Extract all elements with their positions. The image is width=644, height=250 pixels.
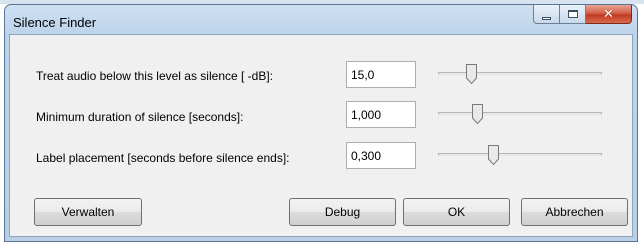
dialog-client-area: Treat audio below this level as silence … [9, 34, 633, 237]
minimize-button[interactable] [533, 5, 560, 24]
label-placement-input[interactable] [346, 142, 416, 169]
background-strip-bottom [0, 242, 644, 250]
minimize-icon [542, 16, 551, 20]
debug-button[interactable]: Debug [289, 198, 396, 226]
window-title: Silence Finder [13, 15, 97, 30]
caption-buttons: ✕ [533, 5, 632, 25]
slider-thumb[interactable] [488, 145, 499, 165]
min-duration-input[interactable] [346, 101, 416, 128]
ok-button[interactable]: OK [403, 198, 510, 226]
slider-track [438, 153, 602, 156]
dialog-window: Silence Finder ✕ Treat audio below this … [4, 4, 638, 242]
slider-track [438, 72, 602, 75]
silence-level-slider[interactable] [438, 62, 602, 86]
silence-level-label: Treat audio below this level as silence … [36, 69, 274, 83]
slider-thumb[interactable] [472, 104, 483, 124]
slider-track [438, 112, 602, 115]
close-icon: ✕ [603, 6, 614, 22]
maximize-button[interactable] [560, 5, 586, 24]
cancel-button[interactable]: Abbrechen [521, 198, 628, 226]
maximize-icon [567, 10, 578, 18]
min-duration-label: Minimum duration of silence [seconds]: [36, 110, 244, 124]
close-button[interactable]: ✕ [586, 5, 632, 24]
silence-level-input[interactable] [346, 61, 416, 88]
label-placement-label: Label placement [seconds before silence … [36, 151, 290, 165]
label-placement-slider[interactable] [438, 143, 602, 167]
manage-button[interactable]: Verwalten [34, 198, 142, 226]
min-duration-slider[interactable] [438, 102, 602, 126]
slider-thumb[interactable] [466, 64, 477, 84]
